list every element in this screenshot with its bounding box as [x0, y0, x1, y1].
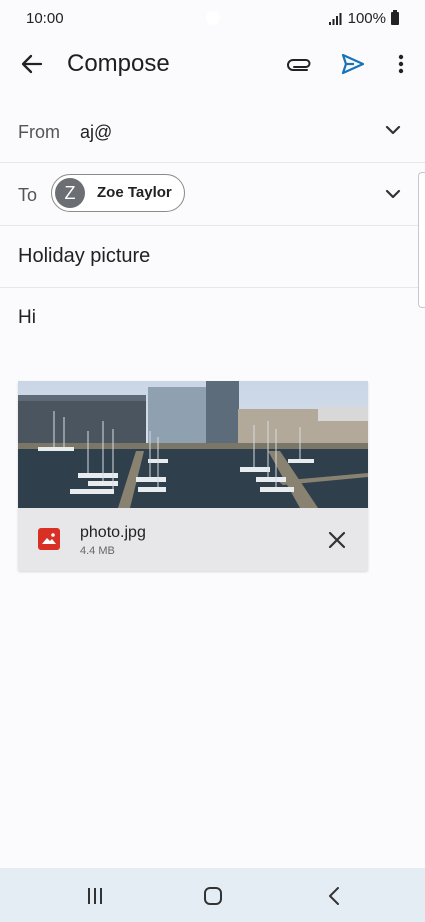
- battery-percent: 100%: [347, 10, 386, 27]
- camera-cutout: [206, 11, 220, 25]
- status-indicators: 100%: [328, 10, 399, 27]
- attachment-card[interactable]: photo.jpg 4.4 MB: [18, 381, 368, 571]
- attachment-thumbnail: [18, 381, 368, 508]
- nav-back-button[interactable]: [318, 882, 350, 910]
- avatar: Z: [55, 178, 85, 208]
- attachment-file-size: 4.4 MB: [80, 545, 115, 557]
- scroll-indicator[interactable]: [418, 172, 425, 308]
- from-label: From: [18, 122, 60, 142]
- system-nav-bar: [0, 868, 425, 922]
- attachment-file-name: photo.jpg: [80, 524, 146, 541]
- more-options-button[interactable]: [385, 44, 417, 84]
- to-row: To Z Zoe Taylor: [0, 162, 425, 226]
- from-address: aj@: [80, 122, 113, 142]
- to-label: To: [18, 185, 38, 205]
- battery-icon: [391, 10, 399, 25]
- subject-text: Holiday picture: [18, 245, 151, 267]
- back-arrow-icon: [21, 54, 43, 74]
- attach-button[interactable]: [280, 44, 320, 84]
- page-title: Compose: [67, 50, 170, 77]
- remove-attachment-button[interactable]: [322, 525, 352, 555]
- recipient-name: Zoe Taylor: [97, 184, 172, 201]
- back-button[interactable]: [12, 44, 52, 84]
- send-icon: [341, 53, 365, 75]
- send-button[interactable]: [333, 44, 373, 84]
- status-time: 10:00: [26, 10, 64, 27]
- email-body[interactable]: Hi: [18, 307, 36, 329]
- recents-icon: [88, 888, 102, 904]
- app-bar: Compose: [0, 36, 425, 94]
- paperclip-icon: [287, 59, 311, 71]
- from-chevron-down-icon[interactable]: [383, 120, 403, 140]
- recipient-chip[interactable]: Z Zoe Taylor: [51, 174, 185, 212]
- home-icon: [204, 887, 222, 905]
- from-row: From aj@: [0, 100, 425, 163]
- status-bar: 10:00 100%: [0, 0, 425, 36]
- close-icon: [328, 531, 346, 549]
- home-button[interactable]: [197, 882, 229, 910]
- image-file-icon: [38, 528, 60, 550]
- to-chevron-down-icon[interactable]: [383, 184, 403, 204]
- subject-field[interactable]: Holiday picture: [0, 225, 425, 288]
- more-vertical-icon: [398, 54, 404, 74]
- signal-icon: [328, 12, 342, 25]
- nav-back-icon: [329, 887, 339, 905]
- recents-button[interactable]: [79, 882, 111, 910]
